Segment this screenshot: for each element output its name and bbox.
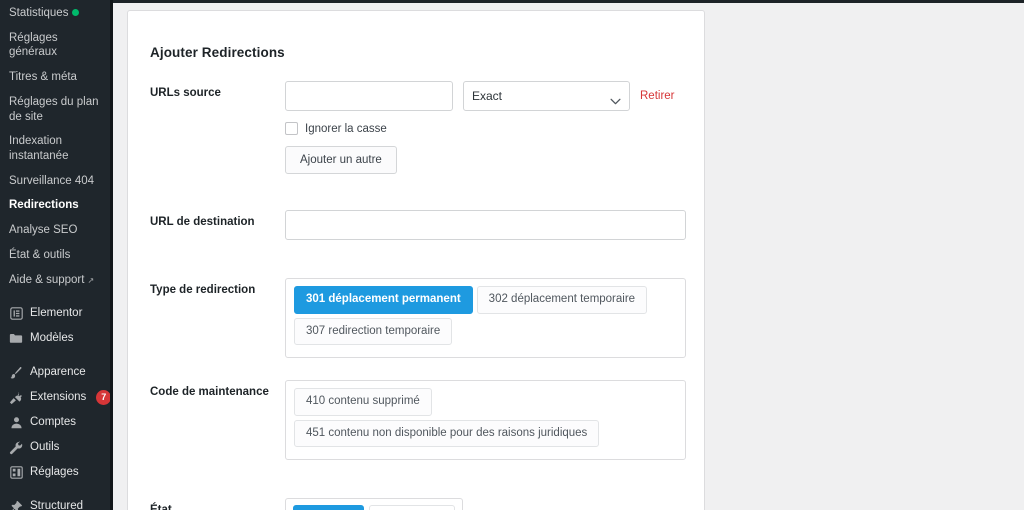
redirect-type-label: Type de redirection (150, 284, 256, 297)
sidebar-item-reglages-plan-de-site[interactable]: Réglages du plan de site (0, 90, 113, 129)
sidebar-item-extensions[interactable]: Extensions 7 (0, 385, 113, 410)
sidebar-item-label: Redirections (9, 199, 79, 212)
sidebar-item-reglages[interactable]: Réglages (0, 460, 113, 485)
sidebar-item-redirections[interactable]: Redirections (0, 193, 113, 218)
page-title: Ajouter Redirections (150, 45, 285, 61)
sidebar-item-label: Structured Data (30, 500, 84, 510)
sidebar-item-analyse-seo[interactable]: Analyse SEO (0, 218, 113, 243)
plugin-plug-icon (8, 390, 24, 405)
sidebar-item-label: Comptes (30, 416, 77, 429)
ignore-case-checkbox[interactable] (285, 122, 298, 136)
sidebar-item-label: Indexation instantanée (9, 135, 69, 163)
form-row-state: État Activer Désactiver (128, 498, 704, 510)
remove-source-url-link[interactable]: Retirer (640, 90, 675, 102)
sliders-settings-icon (8, 465, 24, 480)
state-toggle-group: Activer Désactiver (285, 498, 464, 510)
sidebar-item-elementor[interactable]: Elementor (0, 301, 113, 326)
state-label: État (150, 498, 285, 510)
sidebar-item-label: État & outils (9, 248, 71, 261)
sidebar-item-label: Réglages généraux (9, 31, 58, 59)
sidebar-item-titres-meta[interactable]: Titres & méta (0, 65, 113, 90)
sidebar-item-apparence[interactable]: Apparence (0, 360, 113, 385)
destination-url-field (285, 210, 704, 241)
external-link-icon: ↗ (87, 275, 95, 285)
sidebar-item-reglages-generaux[interactable]: Réglages généraux (0, 26, 113, 65)
templates-folder-icon (8, 331, 24, 346)
seo-plugin-submenu: Statistiques Réglages généraux Titres & … (0, 0, 113, 292)
elementor-icon (8, 306, 24, 321)
state-field: Activer Désactiver (285, 498, 704, 510)
redirect-type-option-307[interactable]: 307 redirection temporaire (294, 317, 453, 346)
menu-separator (0, 485, 113, 494)
sidebar-item-label: Surveillance 404 (9, 174, 95, 187)
screen-root: Statistiques Réglages généraux Titres & … (0, 0, 1024, 510)
maintenance-code-option-group: 410 contenu supprimé 451 contenu non dis… (285, 380, 686, 461)
paintbrush-icon (8, 365, 24, 380)
sidebar-item-aide-support[interactable]: Aide & support ↗ (0, 268, 113, 293)
sidebar-item-comptes[interactable]: Comptes (0, 410, 113, 435)
add-another-source-button[interactable]: Ajouter un autre (285, 146, 397, 175)
main-content-area: Ajouter Redirections URLs source Exact R… (113, 3, 1024, 510)
source-url-input[interactable] (285, 81, 453, 112)
ignore-case-label: Ignorer la casse (305, 122, 387, 135)
form-row-redirect-type: Type de redirection 301 déplacement perm… (128, 278, 704, 359)
destination-url-label: URL de destination (150, 216, 255, 229)
redirect-type-option-group: 301 déplacement permanent 302 déplacemen… (285, 278, 686, 359)
sidebar-item-outils[interactable]: Outils (0, 435, 113, 460)
match-type-select[interactable]: Exact (463, 81, 630, 112)
user-icon (8, 415, 24, 430)
pin-icon (8, 499, 24, 510)
menu-separator (0, 292, 113, 301)
maintenance-code-option-451[interactable]: 451 contenu non disponible pour des rais… (294, 419, 600, 448)
wrench-icon (8, 440, 24, 455)
source-urls-field-group: Exact Retirer Ignorer la casse Ajouter u… (285, 81, 704, 175)
sidebar-item-modeles[interactable]: Modèles (0, 326, 113, 351)
form-row-maintenance-code: Code de maintenance 410 contenu supprimé… (128, 380, 704, 461)
green-dot-indicator-icon (72, 9, 80, 17)
sidebar-item-label: Outils (30, 441, 60, 454)
sidebar-item-label: Apparence (30, 366, 86, 379)
redirect-type-option-301[interactable]: 301 déplacement permanent (294, 286, 473, 314)
sidebar-item-statistiques[interactable]: Statistiques (0, 1, 113, 26)
state-enable-button[interactable]: Activer (293, 505, 364, 510)
sidebar-item-indexation-instantanee[interactable]: Indexation instantanée (0, 129, 113, 168)
redirect-type-option-302[interactable]: 302 déplacement temporaire (476, 286, 648, 314)
sidebar-item-label: Statistiques (9, 7, 69, 19)
maintenance-code-field: 410 contenu supprimé 451 contenu non dis… (285, 380, 704, 461)
match-type-select-wrap: Exact (463, 81, 630, 112)
sidebar-item-label: Aide & support (9, 273, 85, 286)
source-urls-label: URLs source (150, 87, 221, 100)
sidebar-item-label: Analyse SEO (9, 224, 78, 237)
sidebar-item-label: Extensions (30, 391, 87, 404)
sidebar-item-surveillance-404[interactable]: Surveillance 404 (0, 169, 113, 194)
ignore-case-row: Ignorer la casse (285, 122, 686, 136)
sidebar-item-structured-data[interactable]: Structured Data (0, 494, 113, 510)
source-url-line: Exact Retirer (285, 81, 686, 112)
maintenance-code-option-410[interactable]: 410 contenu supprimé (294, 388, 432, 416)
sidebar-item-label: Réglages (30, 466, 79, 479)
maintenance-code-label: Code de maintenance (150, 386, 269, 399)
admin-sidebar[interactable]: Statistiques Réglages généraux Titres & … (0, 0, 113, 510)
form-row-source-urls: URLs source Exact Retirer Ignorer la cas… (128, 81, 704, 175)
redirect-type-field: 301 déplacement permanent 302 déplacemen… (285, 278, 704, 359)
destination-url-input[interactable] (285, 210, 686, 241)
sidebar-item-label: Modèles (30, 332, 74, 345)
sidebar-item-label: Réglages du plan de site (9, 95, 99, 123)
form-row-destination-url: URL de destination (128, 210, 704, 241)
state-disable-button[interactable]: Désactiver (369, 505, 456, 510)
sidebar-item-label: Elementor (30, 307, 83, 320)
add-redirection-card: Ajouter Redirections URLs source Exact R… (127, 10, 705, 510)
menu-separator (0, 351, 113, 360)
sidebar-item-label: Titres & méta (9, 71, 77, 84)
source-url-input-wrap (285, 81, 453, 112)
sidebar-item-etat-outils[interactable]: État & outils (0, 243, 113, 268)
